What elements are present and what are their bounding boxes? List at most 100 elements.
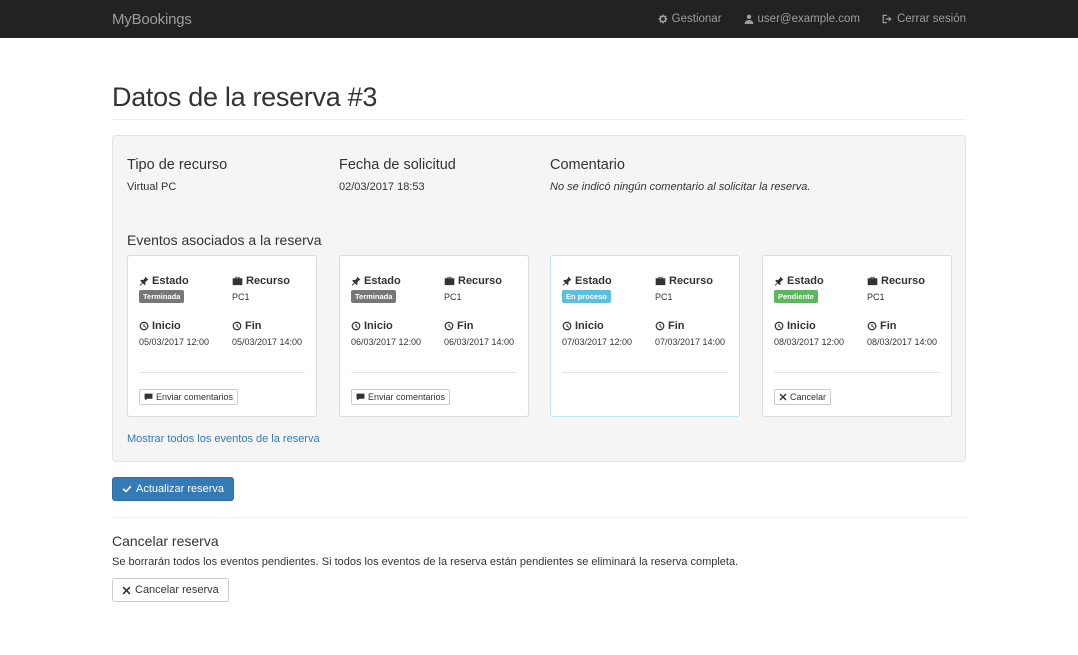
event-resource: Recurso PC1 (867, 275, 925, 302)
button-label: Cancelar (790, 392, 827, 402)
event-end: Fin 05/03/2017 14:00 (232, 320, 302, 347)
close-icon (779, 393, 787, 401)
event-card: Estado Terminada Recurso PC1 Inicio 05/0… (127, 255, 317, 417)
clock-icon (139, 321, 149, 331)
event-state: Estado Terminada (351, 275, 401, 303)
booking-details-panel: Tipo de recurso Virtual PC Fecha de soli… (112, 135, 966, 462)
cancel-section-description: Se borrarán todos los eventos pendientes… (112, 556, 739, 568)
event-state: Estado Pendiente (774, 275, 824, 303)
gear-icon (658, 14, 667, 24)
end-value: 07/03/2017 14:00 (655, 337, 726, 347)
start-value: 08/03/2017 12:00 (774, 337, 845, 347)
events-heading: Eventos asociados a la reserva (127, 232, 322, 248)
divider (112, 517, 966, 518)
state-label: Estado (787, 275, 824, 287)
event-state: Estado En proceso (562, 275, 612, 303)
divider (774, 372, 940, 373)
start-label: Inicio (575, 320, 604, 332)
resource-value: PC1 (444, 292, 462, 302)
send-comments-button[interactable]: Enviar comentarios (351, 389, 451, 405)
clock-icon (232, 321, 242, 331)
event-end: Fin 07/03/2017 14:00 (655, 320, 725, 347)
start-label: Inicio (152, 320, 181, 332)
user-icon (744, 14, 753, 24)
button-label: Enviar comentarios (368, 392, 446, 402)
clock-icon (774, 321, 784, 331)
show-all-events-link[interactable]: Mostrar todos los eventos de la reserva (127, 433, 320, 445)
cancel-booking-button[interactable]: Cancelar reserva (112, 578, 229, 602)
comment-icon (356, 393, 365, 401)
event-start: Inicio 05/03/2017 12:00 (139, 320, 209, 347)
event-start: Inicio 06/03/2017 12:00 (351, 320, 421, 347)
end-label: Fin (668, 320, 685, 332)
event-resource: Recurso PC1 (444, 275, 502, 302)
button-label: Enviar comentarios (156, 392, 234, 402)
info-comment: Comentario No se indicó ningún comentari… (550, 157, 810, 193)
status-badge: Terminada (351, 290, 397, 303)
page-title: Datos de la reserva #3 (112, 82, 378, 112)
clock-icon (351, 321, 361, 331)
divider (562, 372, 728, 373)
resource-label: Recurso (881, 275, 926, 287)
state-label: Estado (152, 275, 189, 287)
navbar: MyBookings Gestionar user@example.com Ce… (0, 0, 1078, 38)
brand-logo[interactable]: MyBookings (112, 11, 192, 28)
clock-icon (655, 321, 665, 331)
pushpin-icon (774, 276, 784, 286)
pushpin-icon (139, 276, 149, 286)
resource-label: Recurso (246, 275, 291, 287)
nav-link-logout[interactable]: Cerrar sesión (882, 13, 966, 25)
briefcase-icon (444, 276, 455, 286)
info-request-date: Fecha de solicitud 02/03/2017 18:53 (339, 157, 456, 193)
event-state: Estado Terminada (139, 275, 189, 303)
info-value: Virtual PC (127, 181, 177, 193)
resource-value: PC1 (867, 292, 885, 302)
update-booking-button[interactable]: Actualizar reserva (112, 477, 235, 501)
send-comments-button[interactable]: Enviar comentarios (139, 389, 239, 405)
info-label: Comentario (550, 157, 625, 173)
nav-link-label: Gestionar (671, 13, 722, 25)
end-value: 06/03/2017 14:00 (444, 337, 515, 347)
start-value: 07/03/2017 12:00 (562, 337, 633, 347)
nav-link-label: Cerrar sesión (896, 13, 966, 25)
nav-link-user[interactable]: user@example.com (744, 13, 860, 25)
navbar-links: Gestionar user@example.com Cerrar sesión (658, 13, 966, 25)
start-label: Inicio (787, 320, 816, 332)
nav-link-label: user@example.com (757, 13, 860, 25)
logout-icon (882, 14, 892, 24)
nav-link-manage[interactable]: Gestionar (658, 13, 722, 25)
comment-icon (144, 393, 153, 401)
button-label: Cancelar reserva (135, 584, 219, 596)
info-value: No se indicó ningún comentario al solici… (550, 181, 811, 193)
resource-value: PC1 (655, 292, 673, 302)
pushpin-icon (562, 276, 572, 286)
event-start: Inicio 08/03/2017 12:00 (774, 320, 844, 347)
event-resource: Recurso PC1 (232, 275, 290, 302)
info-label: Fecha de solicitud (339, 157, 456, 173)
clock-icon (444, 321, 454, 331)
info-resource-type: Tipo de recurso Virtual PC (127, 157, 227, 193)
divider (351, 372, 517, 373)
state-label: Estado (364, 275, 401, 287)
divider (112, 119, 966, 120)
resource-label: Recurso (458, 275, 503, 287)
pushpin-icon (351, 276, 361, 286)
event-start: Inicio 07/03/2017 12:00 (562, 320, 632, 347)
end-value: 05/03/2017 14:00 (232, 337, 303, 347)
end-label: Fin (245, 320, 262, 332)
event-resource: Recurso PC1 (655, 275, 713, 302)
info-label: Tipo de recurso (127, 157, 228, 173)
event-card: Estado Pendiente Recurso PC1 Inicio 08/0… (762, 255, 952, 417)
start-value: 05/03/2017 12:00 (139, 337, 210, 347)
clock-icon (562, 321, 572, 331)
event-card: Estado Terminada Recurso PC1 Inicio 06/0… (339, 255, 529, 417)
start-label: Inicio (364, 320, 393, 332)
info-value: 02/03/2017 18:53 (339, 181, 425, 193)
button-label: Actualizar reserva (136, 483, 225, 495)
status-badge: En proceso (562, 290, 611, 303)
cancel-event-button[interactable]: Cancelar (774, 389, 832, 405)
status-badge: Terminada (139, 290, 185, 303)
briefcase-icon (867, 276, 878, 286)
briefcase-icon (232, 276, 243, 286)
clock-icon (867, 321, 877, 331)
